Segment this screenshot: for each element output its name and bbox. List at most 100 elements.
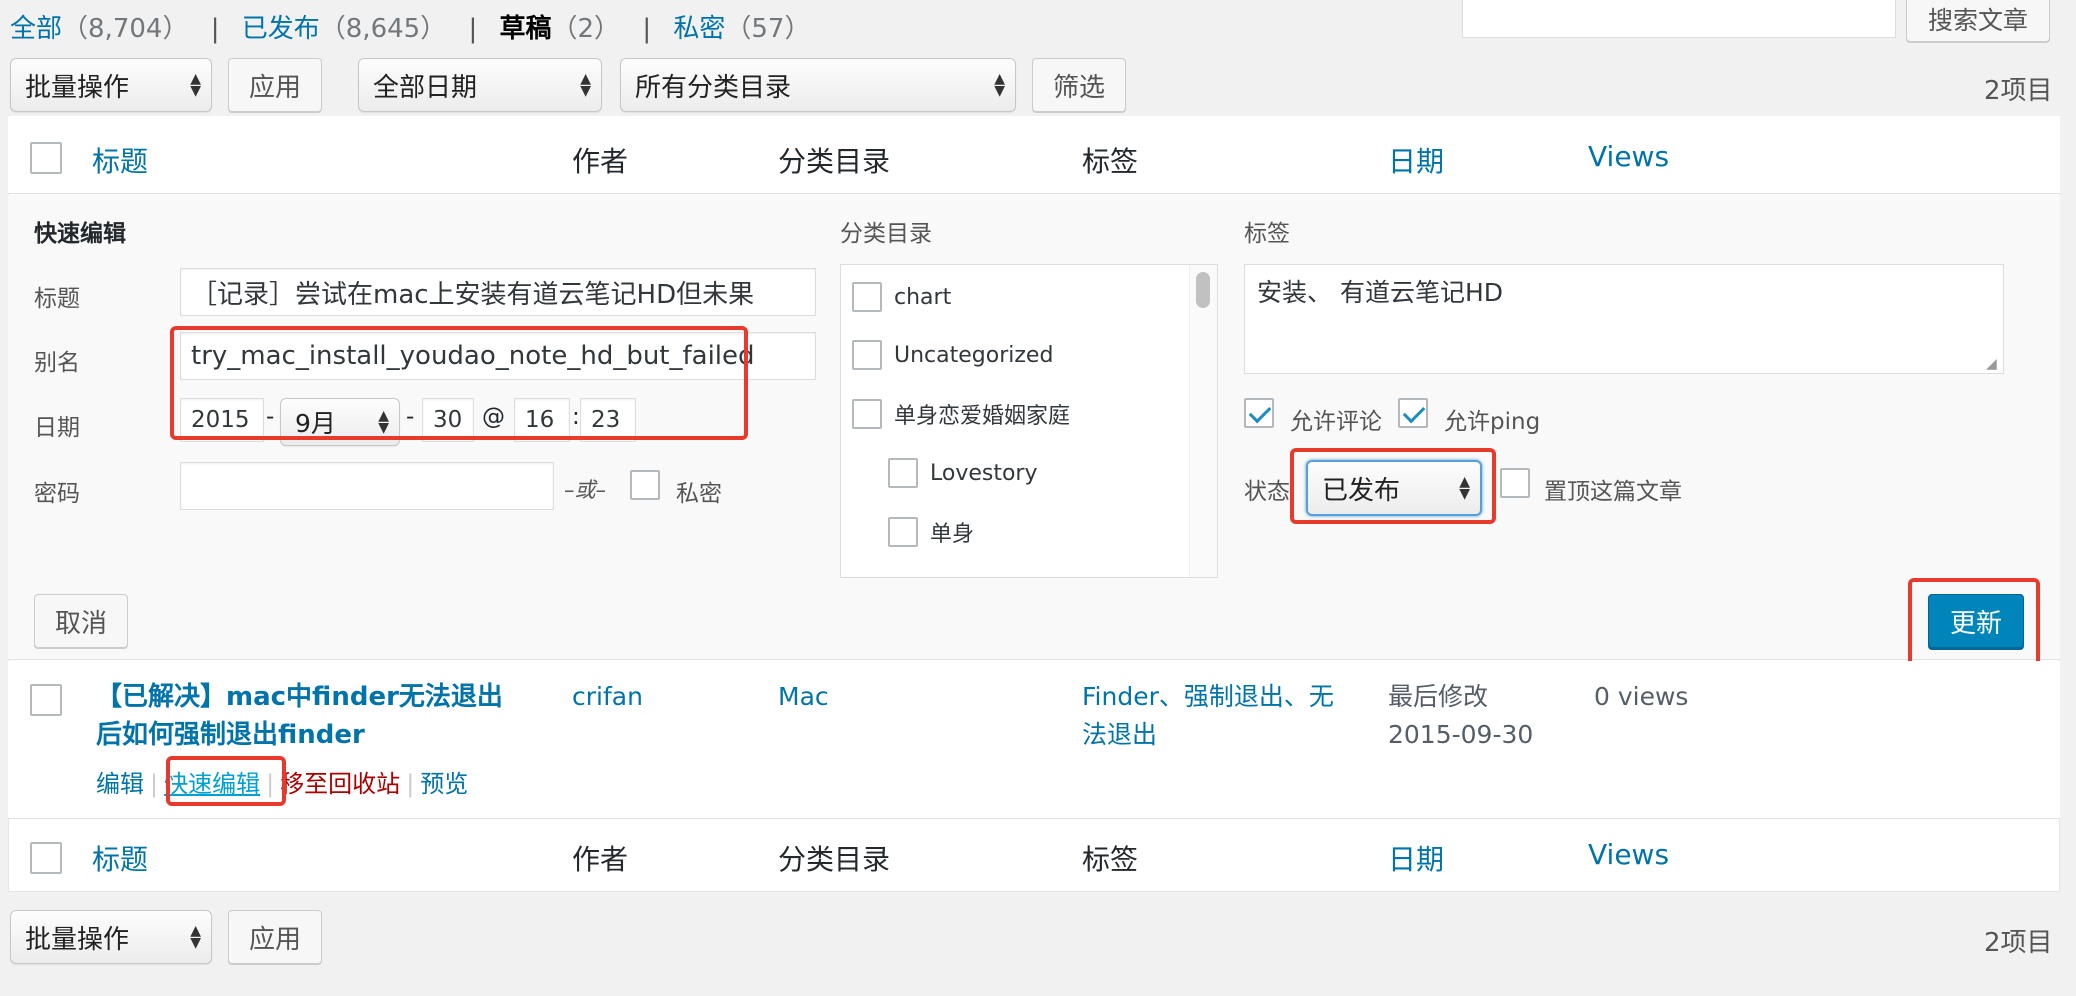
category-label: Uncategorized — [894, 342, 1054, 368]
view-separator: | — [468, 14, 478, 44]
row-checkbox[interactable] — [30, 684, 62, 716]
allow-ping-label: 允许ping — [1444, 409, 1541, 435]
title-label: 标题 — [34, 286, 80, 312]
post-tags-line: 法退出 — [1082, 720, 1158, 749]
column-author-header: 作者 — [572, 145, 629, 178]
post-tags-links[interactable]: Finder、强制退出、无 法退出 — [1082, 678, 1334, 754]
post-title-link[interactable]: 【已解决】mac中finder无法退出 后如何强制退出finder — [96, 678, 503, 754]
select-all-checkbox-bottom[interactable] — [30, 842, 62, 874]
bulk-action-select-bottom[interactable]: 批量操作 ▲ ▼ — [10, 910, 212, 964]
date-label: 日期 — [34, 415, 80, 441]
date-filter-select[interactable]: 全部日期 ▲ ▼ — [358, 58, 602, 112]
action-separator: | — [406, 770, 415, 798]
category-scrollbar[interactable] — [1196, 272, 1210, 308]
bulk-action-value: 批量操作 — [25, 72, 130, 103]
view-separator: | — [642, 14, 652, 44]
column-date-header[interactable]: 日期 — [1388, 140, 1444, 180]
highlight-quick-edit — [166, 756, 286, 806]
allow-comments-label: 允许评论 — [1290, 409, 1382, 435]
filter-button[interactable]: 筛选 — [1032, 58, 1126, 112]
category-scroll-track[interactable] — [1189, 265, 1217, 577]
post-tags-line: Finder、强制退出、无 — [1082, 682, 1334, 711]
category-item[interactable]: Uncategorized — [852, 340, 1053, 370]
item-count-bottom: 2项目 — [1984, 928, 2053, 958]
preview-link[interactable]: 预览 — [420, 770, 468, 798]
column-categories-header: 分类目录 — [778, 145, 891, 178]
column-tags-footer: 标签 — [1082, 843, 1139, 876]
select-all-checkbox[interactable] — [30, 142, 62, 174]
search-input[interactable] — [1462, 0, 1896, 38]
column-tags-header: 标签 — [1082, 145, 1139, 178]
status-label: 状态 — [1244, 479, 1290, 505]
column-title-header[interactable]: 标题 — [92, 140, 148, 180]
view-all-link[interactable]: 全部 — [10, 14, 62, 44]
title-input[interactable]: ［记录］尝试在mac上安装有道云笔记HD但未果 — [180, 268, 816, 316]
trash-link[interactable]: 移至回收站 — [280, 770, 400, 798]
item-count: 2项目 — [1984, 76, 2053, 106]
category-filter-select[interactable]: 所有分类目录 ▲ ▼ — [620, 58, 1016, 112]
apply-button[interactable]: 应用 — [228, 58, 322, 112]
select-arrows-icon: ▲ ▼ — [994, 71, 1005, 99]
cancel-button[interactable]: 取消 — [34, 594, 128, 648]
private-label: 私密 — [676, 481, 722, 507]
highlight-slug-date — [170, 326, 748, 440]
view-private-count: （57） — [725, 14, 811, 44]
category-item[interactable]: 单身 — [888, 516, 974, 548]
status-views: 全部（8,704） | 已发布（8,645） | 草稿（2） | 私密（57） — [10, 8, 810, 45]
category-item[interactable]: Lovestory — [888, 458, 1038, 488]
bulk-action-select[interactable]: 批量操作 ▲ ▼ — [10, 58, 212, 112]
post-date-status: 最后修改 — [1388, 682, 1489, 711]
column-author-footer: 作者 — [572, 843, 629, 876]
category-label: chart — [894, 284, 952, 310]
category-checkbox[interactable] — [852, 340, 882, 370]
highlight-status — [1290, 448, 1496, 524]
post-date-value: 2015-09-30 — [1388, 720, 1534, 749]
category-item[interactable]: chart — [852, 282, 951, 312]
column-categories-footer: 分类目录 — [778, 843, 891, 876]
view-draft-current[interactable]: 草稿 — [500, 14, 552, 44]
category-label: 单身 — [930, 522, 975, 547]
column-date-footer[interactable]: 日期 — [1388, 838, 1444, 878]
allow-comments-checkbox[interactable] — [1244, 398, 1274, 428]
search-button[interactable]: 搜索文章 — [1906, 0, 2050, 42]
password-or: –或– — [564, 478, 606, 502]
post-title-line: 【已解决】mac中finder无法退出 — [96, 682, 503, 712]
category-item[interactable]: 单身恋爱婚姻家庭 — [852, 398, 1070, 430]
resize-handle-icon[interactable]: ◢ — [1986, 356, 1997, 372]
password-label: 密码 — [34, 481, 80, 507]
sticky-checkbox[interactable] — [1500, 468, 1530, 498]
tags-textarea[interactable]: 安装、 有道云笔记HD — [1244, 264, 2004, 374]
view-published-link[interactable]: 已发布 — [242, 14, 320, 44]
view-private-link[interactable]: 私密 — [673, 14, 725, 44]
quick-edit-heading: 快速编辑 — [34, 221, 126, 247]
select-arrows-icon: ▲ ▼ — [580, 71, 591, 99]
date-filter-value: 全部日期 — [373, 72, 478, 103]
tags-heading: 标签 — [1244, 221, 1290, 247]
highlight-update — [1908, 578, 2040, 674]
apply-button-bottom[interactable]: 应用 — [228, 910, 322, 964]
bulk-action-value: 批量操作 — [25, 924, 130, 955]
category-checkbox[interactable] — [852, 399, 882, 429]
slug-label: 别名 — [34, 350, 80, 376]
sticky-label: 置顶这篇文章 — [1544, 479, 1682, 505]
allow-ping-checkbox[interactable] — [1398, 398, 1428, 428]
category-checkbox[interactable] — [852, 282, 882, 312]
post-views: 0 views — [1594, 682, 1689, 711]
password-input[interactable] — [180, 462, 554, 510]
post-date: 最后修改 2015-09-30 — [1388, 678, 1533, 754]
category-label: 单身恋爱婚姻家庭 — [894, 404, 1071, 429]
post-author-link[interactable]: crifan — [572, 678, 643, 716]
edit-link[interactable]: 编辑 — [96, 770, 144, 798]
action-separator: | — [150, 770, 159, 798]
view-all-count: （8,704） — [62, 14, 189, 44]
column-title-footer[interactable]: 标题 — [92, 838, 148, 878]
column-views-footer[interactable]: Views — [1588, 838, 1669, 871]
column-views-header[interactable]: Views — [1588, 140, 1669, 173]
post-category-link[interactable]: Mac — [778, 678, 829, 716]
select-arrows-icon: ▲ ▼ — [190, 71, 201, 99]
select-arrows-icon: ▲ ▼ — [190, 923, 201, 951]
private-checkbox[interactable] — [630, 470, 660, 500]
category-checkbox[interactable] — [888, 458, 918, 488]
category-checkbox[interactable] — [888, 517, 918, 547]
view-draft-count: （2） — [551, 14, 621, 44]
